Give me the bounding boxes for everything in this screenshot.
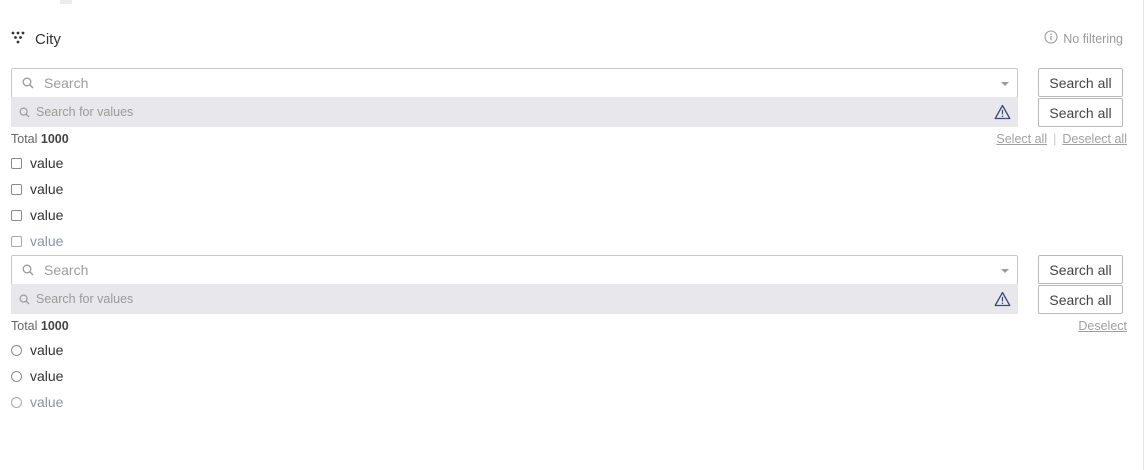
- total-value: 1000: [40, 319, 69, 333]
- search-icon: [22, 77, 34, 89]
- radio-option[interactable]: value: [11, 367, 63, 385]
- selection-links: Deselect: [1078, 319, 1127, 333]
- search-placeholder: Search: [44, 75, 89, 91]
- values-search-input[interactable]: Search for values: [11, 97, 1018, 127]
- option-label: value: [30, 181, 64, 197]
- values-placeholder: Search for values: [36, 292, 134, 306]
- total-value: 1000: [40, 132, 69, 146]
- search-icon: [22, 264, 34, 276]
- radio-option[interactable]: value: [11, 393, 63, 411]
- radio-option[interactable]: value: [11, 341, 63, 359]
- deselect-link[interactable]: Deselect: [1078, 319, 1127, 333]
- search-all-values-button[interactable]: Search all: [1038, 98, 1123, 127]
- search-all-button[interactable]: Search all: [1038, 68, 1123, 97]
- warning-icon: [994, 104, 1011, 120]
- filter-status-text: No filtering: [1063, 31, 1123, 46]
- search-all-values-button[interactable]: Search all: [1038, 285, 1123, 314]
- info-icon: [1044, 30, 1063, 47]
- checkbox[interactable]: [11, 183, 22, 195]
- values-search-input[interactable]: Search for values: [11, 284, 1018, 314]
- dimension-icon: [11, 30, 27, 49]
- search-dropdown[interactable]: Search: [11, 255, 1018, 285]
- filter-header: City: [11, 29, 61, 49]
- radio-button[interactable]: [11, 370, 22, 382]
- chevron-down-icon[interactable]: [1001, 269, 1009, 273]
- checkbox[interactable]: [11, 235, 22, 247]
- top-divider-fragment: [60, 0, 72, 4]
- selection-links: Select all | Deselect all: [996, 132, 1127, 146]
- option-label: value: [30, 233, 64, 249]
- radio-button[interactable]: [11, 344, 22, 356]
- option-label: value: [30, 342, 64, 358]
- total-label: Total: [11, 132, 38, 146]
- values-placeholder: Search for values: [36, 105, 134, 119]
- checkbox-option[interactable]: value: [11, 206, 63, 224]
- total-label: Total: [11, 319, 38, 333]
- link-separator: |: [1053, 132, 1057, 146]
- select-all-link[interactable]: Select all: [996, 132, 1047, 146]
- search-icon: [19, 294, 30, 305]
- search-all-button[interactable]: Search all: [1038, 255, 1123, 284]
- search-icon: [19, 107, 30, 118]
- option-label: value: [30, 394, 64, 410]
- scrollbar-track[interactable]: [1143, 0, 1144, 470]
- checkbox-option[interactable]: value: [11, 232, 63, 250]
- filter-status: No filtering: [1044, 30, 1123, 47]
- total-count: Total 1000: [11, 132, 69, 146]
- filter-title: City: [35, 30, 61, 48]
- search-dropdown[interactable]: Search: [11, 68, 1018, 98]
- option-label: value: [30, 368, 64, 384]
- chevron-down-icon[interactable]: [1001, 82, 1009, 86]
- total-count: Total 1000: [11, 319, 69, 333]
- option-label: value: [30, 207, 64, 223]
- deselect-all-link[interactable]: Deselect all: [1062, 132, 1127, 146]
- warning-icon: [994, 291, 1011, 307]
- option-label: value: [30, 155, 64, 171]
- radio-button[interactable]: [11, 396, 22, 408]
- checkbox[interactable]: [11, 157, 22, 169]
- search-placeholder: Search: [44, 262, 89, 278]
- checkbox-option[interactable]: value: [11, 180, 63, 198]
- checkbox-option[interactable]: value: [11, 154, 63, 172]
- checkbox[interactable]: [11, 209, 22, 221]
